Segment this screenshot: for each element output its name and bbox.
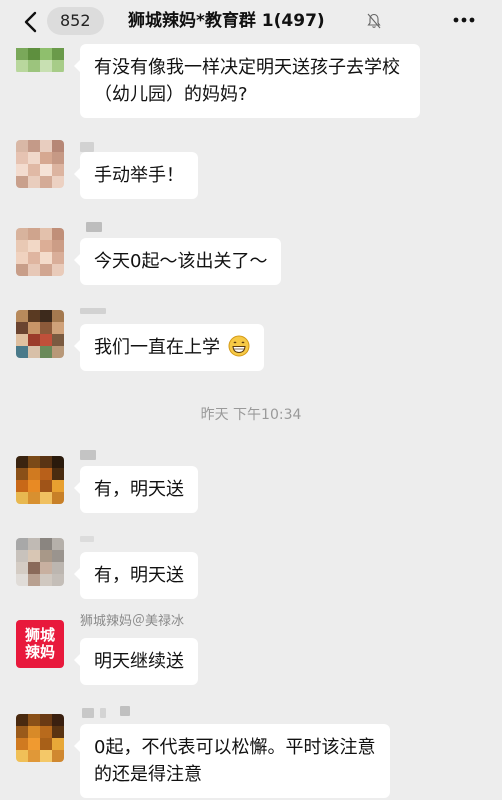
message-text: 今天0起～该出关了～ xyxy=(94,251,268,272)
message-bubble[interactable]: 0起，不代表可以松懈。平时该注意的还是得注意 xyxy=(74,724,390,798)
sender-name-redacted xyxy=(82,708,94,718)
message-text: 手动举手！ xyxy=(94,165,184,186)
sender-name-redacted xyxy=(80,308,106,314)
avatar-logo-text: 辣妈 xyxy=(24,643,55,661)
message-bubble[interactable]: 手动举手！ xyxy=(74,152,198,199)
message-bubble[interactable]: 有，明天送 xyxy=(74,466,198,513)
avatar[interactable] xyxy=(16,228,64,276)
message-text: 有，明天送 xyxy=(94,479,184,500)
mute-bell-icon xyxy=(367,13,381,29)
avatar[interactable] xyxy=(16,538,64,586)
sender-name-redacted xyxy=(80,536,94,542)
avatar[interactable] xyxy=(16,714,64,762)
message-bubble[interactable]: 有，明天送 xyxy=(74,552,198,599)
chat-header: 852 狮城辣妈*教育群 1(497) xyxy=(0,0,502,44)
more-dots-icon[interactable] xyxy=(453,17,475,23)
message-text: 我们一直在上学 xyxy=(94,337,220,358)
avatar-logo-text: 狮城 xyxy=(24,626,55,644)
message-text: 有没有像我一样决定明天送孩子去学校（幼儿园）的妈妈? xyxy=(94,57,400,105)
sender-name: 狮城辣妈＠美禄冰 xyxy=(80,614,185,629)
chevron-left-icon[interactable] xyxy=(22,11,42,33)
message-bubble[interactable]: 明天继续送 xyxy=(74,638,198,685)
message-text: 明天继续送 xyxy=(94,651,184,672)
avatar[interactable]: 狮城 辣妈 xyxy=(16,620,64,668)
sender-name-redacted xyxy=(80,142,94,152)
grinning-face-icon xyxy=(228,335,250,357)
avatar[interactable] xyxy=(16,456,64,504)
message-text: 有，明天送 xyxy=(94,565,184,586)
sender-name-redacted xyxy=(86,222,102,232)
message-text: 0起，不代表可以松懈。平时该注意的还是得注意 xyxy=(94,737,376,785)
message-bubble[interactable]: 今天0起～该出关了～ xyxy=(73,238,282,285)
sender-name-redacted xyxy=(100,708,106,718)
chat-title[interactable]: 狮城辣妈*教育群 1(497) xyxy=(128,10,325,32)
message-bubble[interactable]: 有没有像我一样决定明天送孩子去学校（幼儿园）的妈妈? xyxy=(74,44,420,118)
message-bubble[interactable]: 我们一直在上学 xyxy=(74,324,264,371)
sender-name-redacted xyxy=(120,706,130,716)
avatar[interactable] xyxy=(16,140,64,188)
sender-name-redacted xyxy=(80,450,96,460)
chat-timestamp: 昨天 下午10:34 xyxy=(200,407,302,423)
unread-count-badge[interactable]: 852 xyxy=(47,7,104,35)
avatar[interactable] xyxy=(16,310,64,358)
